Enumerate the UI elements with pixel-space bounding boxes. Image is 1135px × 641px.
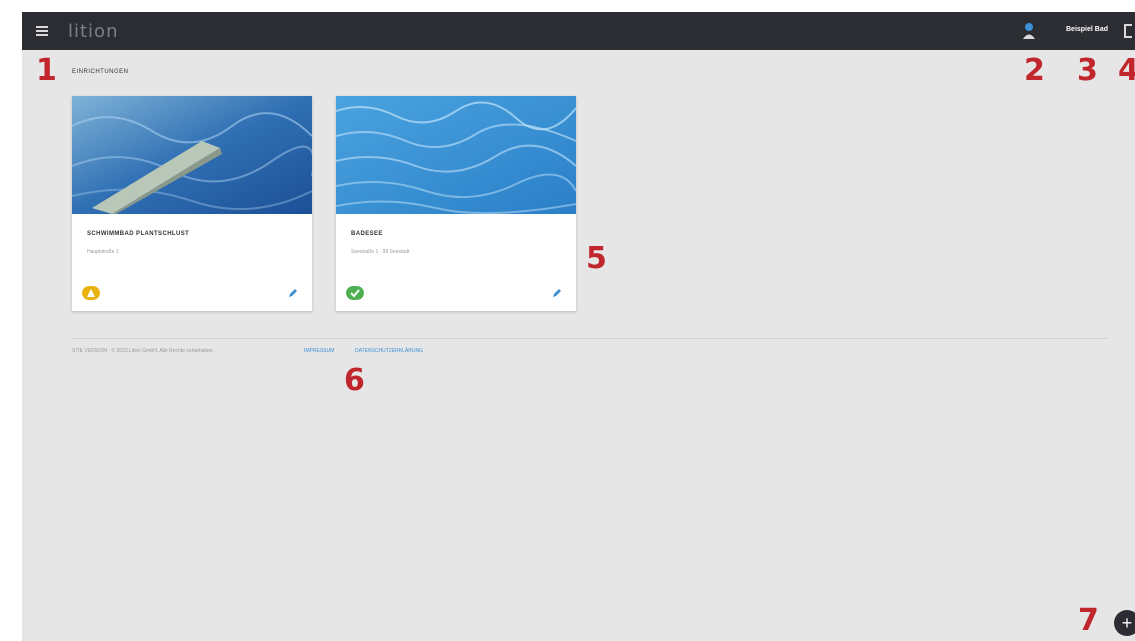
card-subtitle: Seestraße 1 · 99 Seestadt [351,249,410,255]
annotation-marker-7: 7 [1078,603,1099,638]
annotation-marker-3: 3 [1077,53,1098,88]
annotation-marker-6: 6 [344,363,365,398]
user-name-link[interactable]: Beispiel Bad [1066,26,1108,33]
annotation-marker-2: 2 [1024,53,1045,88]
annotation-marker-5: 5 [586,241,607,276]
pencil-icon[interactable] [552,288,562,298]
card-title: BADESEE [351,231,383,237]
card-image-pool-diving-board [72,96,312,214]
card-image-water-surface [336,96,576,214]
footer-link-impressum[interactable]: IMPRESSUM [304,348,334,354]
logout-icon[interactable] [1124,24,1132,38]
annotation-marker-1: 1 [36,53,57,88]
check-status-icon [346,286,364,300]
footer-copyright: SITE VERSION · © 2023 Lition GmbH. Alle … [72,348,214,354]
annotation-marker-4: 4 [1118,53,1135,88]
card-title: SCHWIMMBAD PLANTSCHLUST [87,231,190,237]
warning-status-icon [82,286,100,300]
app-logo: lition [68,21,119,42]
card-subtitle: Hauptstraße 1 [87,249,119,255]
facility-card[interactable]: BADESEE Seestraße 1 · 99 Seestadt [336,96,576,311]
pencil-icon[interactable] [288,288,298,298]
facility-card[interactable]: SCHWIMMBAD PLANTSCHLUST Hauptstraße 1 [72,96,312,311]
add-facility-button[interactable]: + [1114,610,1135,636]
top-bar: lition Beispiel Bad [22,12,1135,50]
hamburger-icon[interactable] [36,26,48,36]
footer-divider [72,338,1108,339]
user-icon[interactable] [1022,22,1036,40]
section-title: EINRICHTUNGEN [72,69,129,75]
footer-link-privacy[interactable]: DATENSCHUTZERKLÄRUNG [355,348,423,354]
app-screen: lition Beispiel Bad EINRICHTUNGEN SCHWIM… [22,12,1135,641]
